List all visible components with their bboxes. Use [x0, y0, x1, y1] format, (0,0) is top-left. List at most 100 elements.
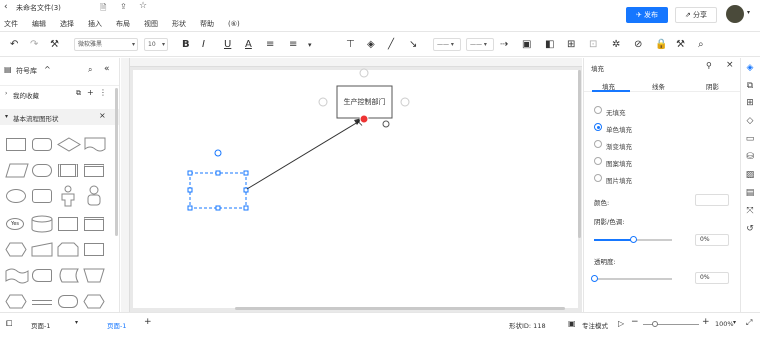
search-icon[interactable]: ⌕	[698, 38, 704, 52]
predefined-process-shape[interactable]	[58, 164, 78, 177]
line-color-icon[interactable]: ╱	[388, 38, 394, 52]
search-icon[interactable]: ⌕	[88, 65, 92, 75]
undo-icon[interactable]: ↶	[10, 38, 18, 52]
edit-icon[interactable]: ⊘	[634, 38, 642, 52]
stored-data-shape[interactable]	[57, 268, 79, 283]
add-icon[interactable]: +	[87, 88, 94, 97]
send-back-icon[interactable]: ◧	[545, 38, 554, 52]
share-button[interactable]: ⇗ 分享	[675, 7, 717, 23]
menu-file[interactable]: 文件	[4, 20, 18, 28]
line-spacing-icon[interactable]: ≡	[289, 38, 297, 52]
page-select[interactable]: 页面-1	[31, 320, 50, 330]
fill-color-icon[interactable]: ◈	[367, 38, 375, 52]
rounded-shape[interactable]	[58, 295, 78, 308]
page-tab[interactable]: 页面-1	[107, 320, 126, 330]
bold-icon[interactable]: B	[182, 38, 190, 52]
manual-input-shape[interactable]	[31, 242, 53, 257]
menu-edit[interactable]: 编辑	[32, 20, 46, 28]
data-icon[interactable]: ⛁	[744, 151, 756, 163]
play-icon[interactable]: ▷	[618, 319, 624, 328]
focus-icon[interactable]: ▣	[568, 319, 576, 328]
page-icon[interactable]: ▤	[744, 187, 756, 199]
redo-icon[interactable]: ↷	[30, 38, 38, 52]
focus-mode[interactable]: 专注模式	[582, 320, 608, 330]
line-style-select[interactable]: —— ▾	[433, 38, 461, 51]
octagon-shape[interactable]	[83, 294, 105, 309]
table-shape[interactable]	[84, 217, 104, 231]
present-icon[interactable]: ▭	[744, 133, 756, 145]
favorites-row[interactable]: › 我的收藏 ⧉ + ⋮	[0, 85, 119, 101]
chevron-down-icon[interactable]: ▾	[75, 319, 78, 326]
export-icon[interactable]: ⇪	[120, 2, 127, 11]
fullscreen-icon[interactable]: ⤢	[746, 318, 752, 328]
collapse-icon[interactable]: «	[104, 64, 110, 74]
radio-image-fill[interactable]	[594, 174, 602, 182]
shade-input[interactable]: 0%	[695, 234, 729, 246]
menu-layout[interactable]: 布局	[116, 20, 130, 28]
pin-icon[interactable]: ⚲	[706, 61, 712, 70]
document-shape[interactable]	[84, 137, 106, 153]
menu-help[interactable]: 帮助	[200, 20, 214, 28]
tape-shape[interactable]	[5, 268, 29, 284]
radio-solid-fill[interactable]	[594, 123, 602, 131]
more-icon[interactable]: ⋮	[99, 88, 107, 97]
fill-icon[interactable]: ◈	[744, 62, 756, 74]
card-shape[interactable]	[58, 217, 78, 231]
effects-icon[interactable]: ✲	[612, 38, 620, 52]
font-color-icon[interactable]: A	[245, 38, 252, 52]
zoom-level[interactable]: 100%	[715, 320, 734, 328]
terminator-shape[interactable]	[32, 164, 52, 177]
font-family-select[interactable]: 微软雅黑 ▾	[74, 38, 138, 51]
horizontal-scrollbar[interactable]	[235, 307, 565, 310]
underline-icon[interactable]: U	[224, 38, 231, 52]
layers-icon[interactable]: ◇	[744, 115, 756, 127]
transparency-slider[interactable]	[594, 278, 672, 280]
radio-no-fill[interactable]	[594, 106, 602, 114]
alternate-process-shape[interactable]	[32, 138, 52, 151]
text-align-icon[interactable]: ≡	[266, 38, 274, 52]
back-icon[interactable]: ‹	[4, 2, 8, 12]
arrow-style-icon[interactable]: ⇢	[500, 38, 508, 52]
import-icon[interactable]: ⧉	[76, 89, 81, 98]
grid-icon[interactable]: ⊞	[744, 97, 756, 109]
flowchart-group-row[interactable]: ▾ 基本流程图形状 ×	[0, 109, 119, 125]
zoom-in-icon[interactable]: +	[702, 317, 710, 327]
fit-icon[interactable]: ⤧	[744, 205, 756, 217]
font-size-select[interactable]: 10 ▾	[144, 38, 168, 51]
transparency-input[interactable]: 0%	[695, 272, 729, 284]
transparency-slider-thumb[interactable]	[591, 275, 598, 282]
close-icon[interactable]: ×	[99, 111, 106, 120]
bring-front-icon[interactable]: ▣	[522, 38, 531, 52]
menu-extra[interactable]: (⑥)	[228, 20, 240, 28]
line-shape[interactable]	[32, 300, 52, 301]
radio-gradient-fill[interactable]	[594, 140, 602, 148]
menu-shape[interactable]: 形状	[172, 20, 186, 28]
actor-shape[interactable]	[60, 185, 76, 207]
star-icon[interactable]: ☆	[139, 1, 147, 11]
chevron-down-icon[interactable]: ▾	[747, 9, 750, 16]
preparation-shape[interactable]	[5, 242, 27, 257]
circle-shape[interactable]	[6, 189, 26, 203]
menu-insert[interactable]: 插入	[88, 20, 102, 28]
lock-icon[interactable]: 🔒	[655, 38, 667, 52]
tab-line[interactable]: 线条	[652, 81, 665, 91]
connector-icon[interactable]: ↘	[409, 38, 417, 52]
radio-pattern-fill[interactable]	[594, 157, 602, 165]
internal-storage-shape[interactable]	[84, 164, 104, 177]
color-picker[interactable]	[695, 194, 729, 206]
loop-limit-shape[interactable]	[57, 242, 79, 257]
chevron-down-icon[interactable]: ▾	[733, 319, 736, 326]
italic-icon[interactable]: I	[202, 38, 205, 52]
document-title[interactable]: 未命名文件(3)	[16, 3, 61, 13]
rounded-rect-shape[interactable]	[32, 189, 52, 203]
add-page-icon[interactable]: +	[144, 317, 152, 327]
ungroup-icon[interactable]: ⊡	[589, 38, 597, 52]
person-shape[interactable]	[86, 185, 102, 207]
image-icon[interactable]: ▨	[744, 169, 756, 181]
double-line-shape[interactable]	[32, 304, 52, 305]
process-shape[interactable]	[6, 138, 26, 151]
hexagon-shape[interactable]	[5, 294, 27, 309]
chevron-down-icon[interactable]: ▾	[308, 38, 312, 52]
yes-shape[interactable]: Yes	[6, 218, 24, 230]
tab-shadow[interactable]: 阴影	[706, 81, 719, 91]
